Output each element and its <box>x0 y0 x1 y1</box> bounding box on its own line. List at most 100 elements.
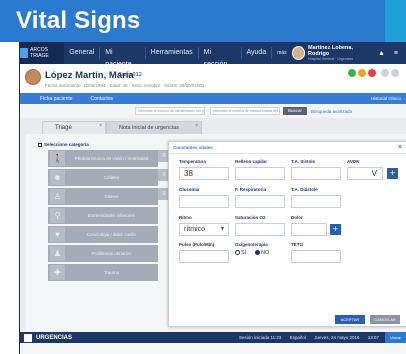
ficha-paciente-link[interactable]: Ficha paciente <box>40 96 73 102</box>
section-icon <box>24 333 32 342</box>
brand-logo[interactable]: ARCOS TRIAGE <box>20 42 65 64</box>
user-menu[interactable]: Martínez Lobena, Rodrigo Hospital Genera… <box>291 45 406 61</box>
category-item[interactable]: ✚ Trauma <box>48 264 158 281</box>
head-icon: ☻ <box>50 170 65 185</box>
category-item[interactable]: ☻ Cefalea <box>48 169 158 186</box>
search-button[interactable]: Buscar <box>283 107 308 115</box>
avdn-select[interactable]: V <box>347 167 383 180</box>
search-row: Introduce el número de identificación de… <box>20 104 406 118</box>
chevron-down-icon: ▼ <box>220 226 225 232</box>
language-selector[interactable]: Español <box>290 335 306 340</box>
warning-icon[interactable]: ▲ <box>375 50 388 57</box>
tab-triage[interactable]: Triage × <box>42 121 106 134</box>
category-label: Cefalea <box>103 175 120 180</box>
category-heading: Seleccione categoría <box>38 142 89 147</box>
oxigenoterapia-yes-radio[interactable]: SÍ <box>235 250 246 256</box>
close-icon[interactable]: × <box>398 142 402 154</box>
title-band-accent <box>385 0 406 42</box>
relleno-capilar-label: Relleno capilar <box>235 159 268 164</box>
body-icon: ♙ <box>50 189 65 204</box>
nav-general[interactable]: General <box>64 47 101 59</box>
radio-yes-label: SÍ <box>241 250 247 256</box>
contactos-link[interactable]: Contactos <box>91 96 114 102</box>
patient-id-search[interactable]: Introduce el número de identificación de… <box>135 107 205 115</box>
saturacion-label: Saturación O2 <box>235 215 266 220</box>
ta-diastole-input[interactable] <box>291 195 341 208</box>
status-green-icon <box>348 69 356 77</box>
user-name: Martínez Lobena, Rodrigo <box>308 45 353 57</box>
checkbox-icon <box>38 142 42 147</box>
temperatura-input[interactable]: 38 <box>179 167 229 180</box>
oxigenoterapia-no-radio[interactable]: NO <box>255 250 269 256</box>
patient-details: Fecha nacimiento: 12/05/1964 · Edad: 48 … <box>45 83 205 88</box>
settings-icon[interactable] <box>381 69 389 77</box>
tetg-label: TETG <box>291 242 303 247</box>
dolor-add-button[interactable]: + <box>330 224 341 235</box>
ta-sistole-input[interactable] <box>291 167 341 180</box>
category-item[interactable]: ♙ Disnea <box>48 188 158 205</box>
modal-header: Constantes vitales × <box>169 142 406 154</box>
page-title: Vital Signs <box>16 7 141 34</box>
title-band: Vital Signs <box>0 0 406 42</box>
nav-ayuda[interactable]: Ayuda <box>242 47 273 59</box>
category-item[interactable]: 🚶 Pérdida brusca de visión / motricidad <box>48 150 158 167</box>
category-heading-text: Seleccione categoría <box>44 142 89 147</box>
close-icon[interactable]: × <box>99 120 102 133</box>
avdn-add-button[interactable]: + <box>387 168 398 179</box>
chest-icon: ♥ <box>50 227 65 242</box>
category-item[interactable]: ♥ Cervicalgia / dolor cuello <box>48 226 158 243</box>
category-item[interactable]: ⚲ Extremidades inferiores <box>48 207 158 224</box>
f-respiratoria-input[interactable] <box>235 195 285 208</box>
tab-nota-inicial[interactable]: Nota inicial de urgencias × <box>106 121 202 134</box>
pulso-input[interactable] <box>179 250 229 263</box>
brand-name: ARCOS TRIAGE <box>30 47 49 59</box>
nav-herramientas[interactable]: Herramientas <box>146 47 199 59</box>
accept-button[interactable]: ACEPTAR <box>335 315 365 324</box>
temperatura-label: Temperatura <box>179 159 206 164</box>
bed-label: Cama <box>118 72 133 78</box>
injury-icon: ✚ <box>50 265 65 280</box>
glucemia-input[interactable] <box>179 195 229 208</box>
category-label: Problemas urinarios <box>91 251 132 256</box>
patient-avatar <box>25 69 41 85</box>
advanced-search-link[interactable]: Búsqueda avanzada <box>311 109 352 114</box>
category-label: Extremidades inferiores <box>87 213 136 218</box>
category-list: 🚶 Pérdida brusca de visión / motricidad ☻… <box>48 150 158 283</box>
saturacion-input[interactable] <box>235 223 285 236</box>
walking-person-icon: 🚶 <box>50 151 65 166</box>
person-icon: ♟ <box>50 246 65 261</box>
category-item[interactable]: ♟ Problemas urinarios <box>48 245 158 262</box>
avdn-label: AVDN <box>347 159 360 164</box>
patient-status-icons <box>348 69 399 77</box>
nav-mas[interactable]: más <box>272 47 291 59</box>
category-label: Pérdida brusca de visión / motricidad <box>74 156 149 161</box>
cancel-button[interactable]: CANCELAR <box>370 315 400 324</box>
user-avatar <box>291 46 306 60</box>
category-label: Trauma <box>103 270 120 275</box>
nav-mi-seccion[interactable]: Mi sección <box>199 47 242 68</box>
patient-header: López Martín, María Cama012 Fecha nacimi… <box>20 64 406 104</box>
tab-triage-label: Triage <box>55 125 72 131</box>
dolor-label: Dolor <box>291 215 303 220</box>
category-label: Disnea <box>104 194 119 199</box>
relleno-capilar-input[interactable] <box>235 167 285 180</box>
historial-link[interactable]: Historial clínico <box>371 96 401 101</box>
oxigenoterapia-label: Oxigenoterapia <box>235 242 268 247</box>
current-date: Jueves, 24 mayo 2016 <box>314 335 360 340</box>
patient-bed: Cama012 <box>118 72 142 78</box>
user-subtitle: Hospital General · Urgencias <box>308 57 353 61</box>
tetg-input[interactable] <box>291 250 341 263</box>
close-patient-icon[interactable] <box>391 69 399 77</box>
history-search[interactable]: Introduce el número de historia clínica … <box>210 107 280 115</box>
user-button[interactable]: Usuar. <box>385 332 406 343</box>
status-red-icon <box>368 69 376 77</box>
dolor-input[interactable] <box>291 223 327 236</box>
section-name: URGENCIAS <box>36 334 73 341</box>
close-icon[interactable]: × <box>195 120 198 133</box>
nav-mi-paciente[interactable]: Mi paciente <box>100 47 146 68</box>
ritmo-select[interactable]: rítmico ▼ <box>179 223 229 236</box>
menu-icon[interactable]: ≡ <box>391 50 401 57</box>
patient-toolbar: Ficha paciente Contactos Historial clíni… <box>20 93 406 104</box>
leg-icon: ⚲ <box>50 208 65 223</box>
session-started: Sesión iniciada 11:23 <box>238 335 282 340</box>
